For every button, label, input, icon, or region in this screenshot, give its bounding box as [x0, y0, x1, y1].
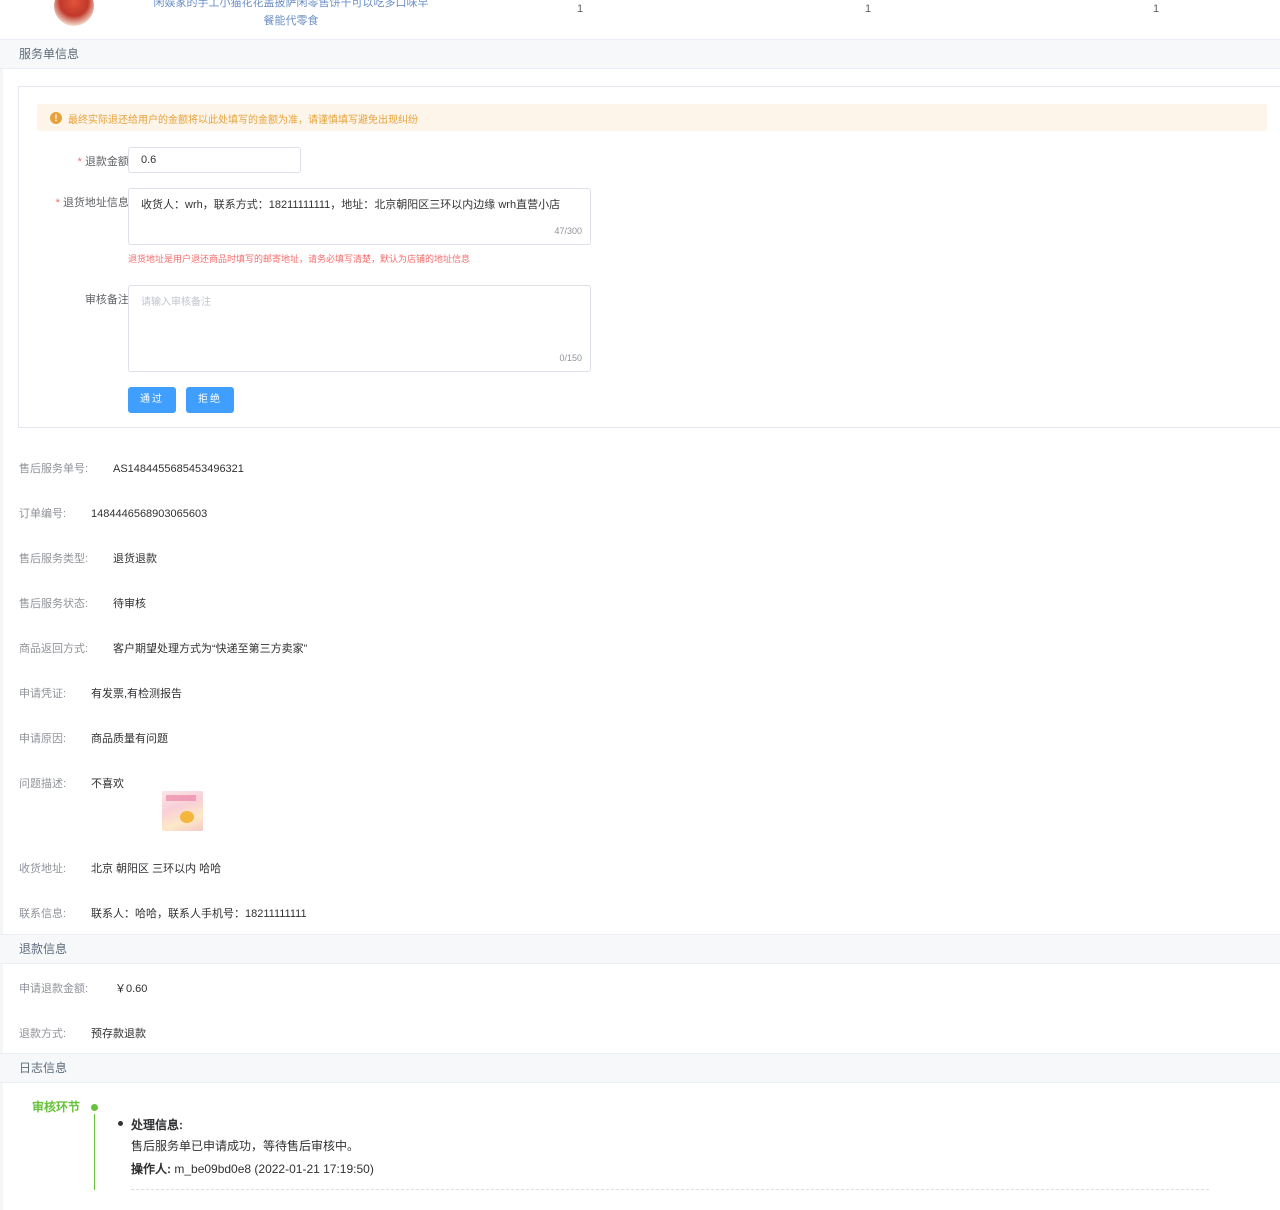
detail-row-service-type: 售后服务类型: 退货退款 [19, 550, 157, 566]
product-quantity: 1 [1153, 3, 1160, 15]
detail-row-return-method: 商品返回方式: 客户期望处理方式为“快递至第三方卖家” [19, 640, 307, 656]
review-note-counter: 0/150 [559, 353, 582, 363]
detail-label: 售后服务类型: [19, 553, 89, 565]
detail-label: 订单编号: [19, 508, 67, 520]
detail-row-shipping-address: 收货地址: 北京 朝阳区 三环以内 哈哈 [19, 860, 221, 876]
detail-row-reason: 申请原因: 商品质量有问题 [19, 730, 168, 746]
product-quantity: 1 [577, 3, 584, 15]
timeline-dot [90, 1103, 99, 1112]
detail-row-proof: 申请凭证: 有发票,有检测报告 [19, 685, 182, 701]
log-entry-title: 处理信息: [131, 1118, 183, 1132]
detail-row-service-status: 售后服务状态: 待审核 [19, 595, 146, 611]
detail-row-description: 问题描述: 不喜欢 [19, 775, 124, 791]
refund-amount-input[interactable]: 0.6 [128, 147, 301, 173]
log-entry-message: 售后服务单已申请成功，等待售后审核中。 [131, 1139, 360, 1153]
detail-row-contact: 联系信息: 联系人：哈哈，联系人手机号：18211111111 [19, 905, 307, 921]
detail-label: 申请凭证: [19, 688, 67, 700]
return-address-value: 收货人：wrh，联系方式：18211111111，地址：北京朝阳区三环以内边缘 … [141, 199, 561, 211]
detail-label: 问题描述: [19, 778, 67, 790]
required-mark: * [77, 156, 82, 168]
refund-info-header: 退款信息 [0, 934, 1280, 964]
return-address-label: * 退货地址信息: [55, 197, 132, 209]
return-address-tip: 退货地址是用户退还商品时填写的邮寄地址，请务必填写清楚，默认为店铺的地址信息 [128, 254, 471, 264]
operator-value: m_be09bd0e8 (2022-01-21 17:19:50) [174, 1162, 374, 1176]
detail-value: 1484446568903065603 [91, 508, 208, 520]
detail-label: 申请原因: [19, 733, 67, 745]
timeline-line [94, 1114, 95, 1190]
operator-label: 操作人: [131, 1162, 171, 1176]
warning-alert: ! 最终实际退还给用户的金额将以此处填写的金额为准，请谨慎填写避免出现纠纷 [37, 104, 1267, 131]
refund-amount-value: 0.6 [141, 154, 157, 166]
refund-row-method: 退款方式: 预存款退款 [19, 1025, 146, 1041]
detail-value: 待审核 [113, 598, 146, 610]
product-name-link[interactable]: 闲娱家的手工小猫花花盖披萨闲零售饼干可以吃多口味早餐能代零食 [150, 0, 432, 30]
detail-value: 客户期望处理方式为“快递至第三方卖家” [113, 643, 308, 655]
detail-label: 收货地址: [19, 863, 67, 875]
detail-row-order-number: 订单编号: 1484446568903065603 [19, 505, 207, 521]
refund-label: 退款方式: [19, 1028, 67, 1040]
detail-value: 北京 朝阳区 三环以内 哈哈 [91, 863, 222, 875]
detail-label: 联系信息: [19, 908, 67, 920]
review-note-textarea[interactable]: 请输入审核备注 0/150 [128, 285, 591, 372]
log-info-header: 日志信息 [0, 1053, 1280, 1083]
refund-amount-label: * 退款金额: [77, 156, 132, 168]
refund-label: 申请退款金额: [19, 983, 89, 995]
product-thumbnail[interactable] [54, 0, 94, 26]
review-note-placeholder: 请输入审核备注 [141, 297, 211, 308]
return-address-counter: 47/300 [554, 226, 582, 236]
log-entry-operator: 操作人: m_be09bd0e8 (2022-01-21 17:19:50) [131, 1160, 374, 1177]
detail-label: 售后服务单号: [19, 463, 89, 475]
reject-button[interactable]: 拒绝 [186, 387, 234, 413]
review-note-label: 审核备注: [84, 294, 132, 306]
return-address-textarea[interactable]: 收货人：wrh，联系方式：18211111111，地址：北京朝阳区三环以内边缘 … [128, 188, 591, 245]
warning-icon: ! [50, 112, 62, 124]
refund-row-amount: 申请退款金额: ￥0.60 [19, 980, 147, 996]
detail-value: 有发票,有检测报告 [91, 688, 183, 700]
product-row: 闲娱家的手工小猫花花盖披萨闲零售饼干可以吃多口味早餐能代零食 1 1 1 [0, 0, 1280, 40]
product-quantity: 1 [865, 3, 872, 15]
detail-value: 联系人：哈哈，联系人手机号：18211111111 [91, 908, 307, 920]
detail-value: AS1484455685453496321 [113, 463, 244, 475]
detail-label: 售后服务状态: [19, 598, 89, 610]
detail-row-service-number: 售后服务单号: AS1484455685453496321 [19, 460, 244, 476]
detail-label: 商品返回方式: [19, 643, 89, 655]
timeline-stage-title: 审核环节 [32, 1100, 81, 1114]
list-bullet [118, 1121, 123, 1126]
required-mark: * [55, 197, 60, 209]
detail-value: 商品质量有问题 [91, 733, 168, 745]
detail-value: 退货退款 [113, 553, 157, 565]
review-form: ! 最终实际退还给用户的金额将以此处填写的金额为准，请谨慎填写避免出现纠纷 * 退… [18, 86, 1280, 428]
log-divider [131, 1189, 1209, 1190]
left-rail [0, 69, 3, 1210]
refund-value: 预存款退款 [91, 1028, 146, 1040]
detail-value: 不喜欢 [91, 778, 124, 790]
approve-button[interactable]: 通过 [128, 387, 176, 413]
service-info-header: 服务单信息 [0, 39, 1280, 69]
problem-photo[interactable] [162, 791, 203, 831]
alert-text: 最终实际退还给用户的金额将以此处填写的金额为准，请谨慎填写避免出现纠纷 [68, 115, 418, 126]
refund-value: ￥0.60 [115, 983, 148, 995]
